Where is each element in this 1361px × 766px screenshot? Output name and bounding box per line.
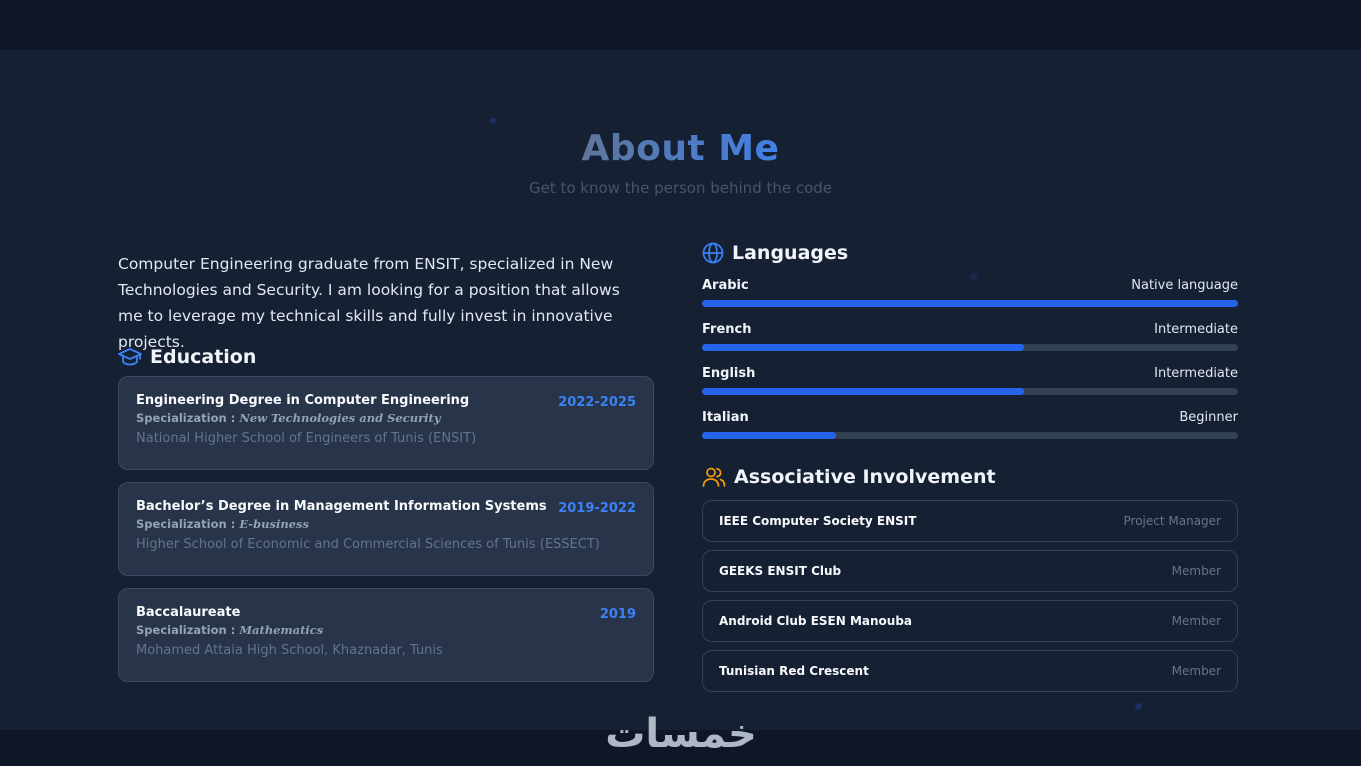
spec-label: Specialization : bbox=[136, 411, 236, 425]
users-icon bbox=[702, 466, 726, 488]
association-role: Member bbox=[1171, 614, 1221, 628]
spec-value: New Technologies and Security bbox=[239, 411, 441, 425]
association-item: Android Club ESEN Manouba Member bbox=[702, 600, 1238, 642]
languages-heading-label: Languages bbox=[732, 242, 849, 264]
association-role: Member bbox=[1171, 664, 1221, 678]
association-role: Project Manager bbox=[1123, 514, 1221, 528]
decor-dot bbox=[490, 118, 496, 124]
spec-label: Specialization : bbox=[136, 517, 236, 531]
association-item: IEEE Computer Society ENSIT Project Mana… bbox=[702, 500, 1238, 542]
education-card: Engineering Degree in Computer Engineeri… bbox=[118, 376, 654, 470]
education-heading: Education bbox=[118, 346, 256, 368]
language-level: Intermediate bbox=[1154, 322, 1238, 337]
language-level: Beginner bbox=[1179, 410, 1238, 425]
education-card: Baccalaureate 2019 Specialization : Math… bbox=[118, 588, 654, 682]
language-name: French bbox=[702, 322, 752, 337]
education-heading-label: Education bbox=[150, 346, 257, 368]
association-item: Tunisian Red Crescent Member bbox=[702, 650, 1238, 692]
school-name: National Higher School of Engineers of T… bbox=[136, 431, 477, 446]
spec-value: Mathematics bbox=[239, 623, 324, 637]
language-progress-track bbox=[702, 344, 1238, 351]
language-item: French Intermediate bbox=[702, 322, 1238, 351]
language-name: English bbox=[702, 366, 756, 381]
language-item: Italian Beginner bbox=[702, 410, 1238, 439]
language-progress-track bbox=[702, 388, 1238, 395]
language-progress-fill bbox=[702, 300, 1238, 307]
degree-years: 2019-2022 bbox=[558, 501, 636, 516]
degree-specialization: Specialization : New Technologies and Se… bbox=[136, 411, 636, 425]
degree-title: Baccalaureate bbox=[136, 605, 241, 620]
degree-years: 2019 bbox=[599, 607, 636, 622]
degree-specialization: Specialization : E-business bbox=[136, 517, 636, 531]
language-name: Italian bbox=[702, 410, 749, 425]
globe-icon bbox=[702, 242, 724, 264]
association-role: Member bbox=[1171, 564, 1221, 578]
language-item: English Intermediate bbox=[702, 366, 1238, 395]
school-name: Mohamed Attaia High School, Khaznadar, T… bbox=[136, 643, 443, 658]
language-level: Native language bbox=[1131, 278, 1238, 293]
decor-dot bbox=[1135, 703, 1142, 710]
language-progress-track bbox=[702, 300, 1238, 307]
language-progress-fill bbox=[702, 432, 836, 439]
associative-heading: Associative Involvement bbox=[702, 466, 996, 488]
education-card: Bachelor’s Degree in Management Informat… bbox=[118, 482, 654, 576]
language-progress-fill bbox=[702, 388, 1024, 395]
association-name: Android Club ESEN Manouba bbox=[719, 614, 913, 628]
page-title: About Me bbox=[0, 128, 1361, 169]
language-name: Arabic bbox=[702, 278, 749, 293]
language-progress-track bbox=[702, 432, 1238, 439]
page-subtitle: Get to know the person behind the code bbox=[528, 179, 833, 197]
language-level: Intermediate bbox=[1154, 366, 1238, 381]
top-navbar bbox=[0, 0, 1361, 50]
languages-heading: Languages bbox=[702, 242, 848, 264]
graduation-cap-icon bbox=[118, 347, 142, 367]
degree-years: 2022-2025 bbox=[558, 395, 636, 410]
association-name: IEEE Computer Society ENSIT bbox=[719, 514, 917, 528]
language-progress-fill bbox=[702, 344, 1024, 351]
school-name: Higher School of Economic and Commercial… bbox=[136, 537, 600, 552]
association-name: GEEKS ENSIT Club bbox=[719, 564, 842, 578]
language-item: Arabic Native language bbox=[702, 278, 1238, 307]
intro-text: Computer Engineering graduate from ENSIT… bbox=[118, 255, 620, 351]
associative-heading-label: Associative Involvement bbox=[734, 466, 996, 488]
spec-value: E-business bbox=[239, 517, 309, 531]
association-item: GEEKS ENSIT Club Member bbox=[702, 550, 1238, 592]
degree-specialization: Specialization : Mathematics bbox=[136, 623, 636, 637]
association-name: Tunisian Red Crescent bbox=[719, 664, 869, 678]
spec-label: Specialization : bbox=[136, 623, 236, 637]
watermark-logo: خمسات bbox=[605, 711, 757, 757]
